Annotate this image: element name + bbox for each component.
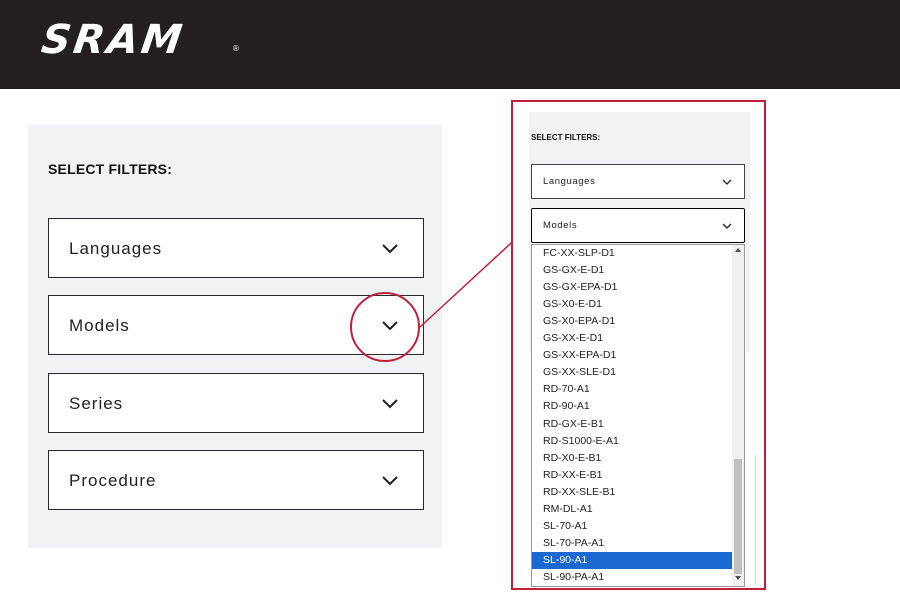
- chevron-down-icon: [722, 223, 732, 229]
- chevron-down-icon: [382, 476, 398, 486]
- procedure-dropdown-label: Procedure: [69, 471, 157, 490]
- model-option[interactable]: GS-XX-E-D1: [532, 330, 733, 347]
- model-option[interactable]: SL-70-A1: [532, 518, 733, 535]
- model-option[interactable]: GS-GX-E-D1: [532, 262, 733, 279]
- listbox-scrollbar[interactable]: [732, 245, 744, 586]
- zoom-models-label: Models: [543, 220, 578, 231]
- model-option[interactable]: FC-XX-SLP-D1: [532, 245, 733, 262]
- sram-logo[interactable]: SRAM: [39, 17, 188, 63]
- model-option[interactable]: RD-GX-E-B1: [532, 416, 733, 433]
- languages-dropdown-label: Languages: [69, 239, 163, 258]
- scroll-thumb[interactable]: [734, 459, 742, 574]
- zoom-languages-label: Languages: [543, 176, 596, 187]
- languages-dropdown[interactable]: Languages: [48, 218, 424, 278]
- model-option[interactable]: GS-X0-E-D1: [532, 296, 733, 313]
- model-option[interactable]: SL-90-PA-A1: [532, 569, 733, 586]
- model-option[interactable]: RD-XX-E-B1: [532, 467, 733, 484]
- site-header: SRAM ®: [0, 0, 900, 89]
- series-dropdown[interactable]: Series: [48, 373, 424, 433]
- model-option[interactable]: RD-S1000-E-A1: [532, 433, 733, 450]
- model-option[interactable]: GS-GX-EPA-D1: [532, 279, 733, 296]
- scroll-up-arrow-icon[interactable]: [735, 248, 741, 252]
- procedure-dropdown[interactable]: Procedure: [48, 450, 424, 510]
- zoom-languages-dropdown[interactable]: Languages: [531, 164, 745, 199]
- chevron-down-icon: [382, 399, 398, 409]
- chevron-down-icon: [382, 244, 398, 254]
- models-dropdown-label: Models: [69, 316, 130, 335]
- callout-circle: [350, 292, 420, 362]
- divider: [755, 455, 756, 585]
- chevron-down-icon: [722, 179, 732, 185]
- model-option[interactable]: SL-90-A1: [532, 551, 733, 569]
- zoom-models-dropdown[interactable]: Models: [531, 208, 745, 243]
- model-option[interactable]: RD-70-A1: [532, 381, 733, 398]
- models-listbox[interactable]: SL-90-PA-A1 SL-90-A1 SL-70-PA-A1 SL-70-A1 RM…: [531, 244, 745, 587]
- model-option[interactable]: RM-DL-A1: [532, 501, 733, 518]
- series-dropdown-label: Series: [69, 394, 124, 413]
- model-option[interactable]: RD-XX-SLE-B1: [532, 484, 733, 501]
- zoom-filters-title: SELECT FILTERS:: [531, 133, 601, 142]
- scroll-down-arrow-icon[interactable]: [735, 576, 741, 580]
- registered-mark: ®: [233, 44, 239, 53]
- model-option[interactable]: GS-XX-EPA-D1: [532, 347, 733, 364]
- model-option[interactable]: RD-90-A1: [532, 398, 733, 415]
- filters-title: SELECT FILTERS:: [48, 161, 173, 177]
- model-option[interactable]: SL-70-PA-A1: [532, 535, 733, 552]
- model-option[interactable]: GS-XX-SLE-D1: [532, 364, 733, 381]
- model-option[interactable]: GS-X0-EPA-D1: [532, 313, 733, 330]
- model-option[interactable]: RD-X0-E-B1: [532, 450, 733, 467]
